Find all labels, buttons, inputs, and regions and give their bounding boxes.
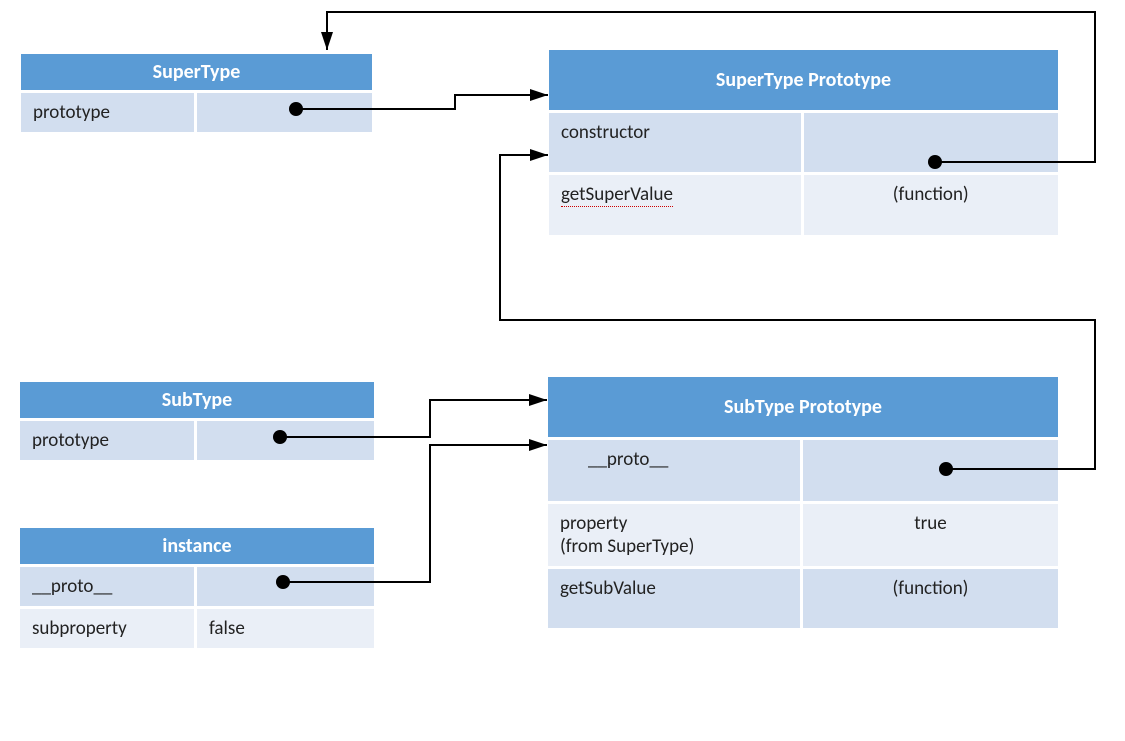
supertype-prototype-val — [197, 93, 373, 132]
subtype-box: SubType prototype — [19, 381, 375, 461]
subtype-prototype-key: prototype — [20, 421, 197, 460]
instance-subproperty-key: subproperty — [20, 609, 197, 648]
subtype-proto-box: SubType Prototype __proto__ property (fr… — [547, 376, 1059, 629]
supertype-prototype-key: prototype — [21, 93, 197, 132]
dot-supertype-prototype — [289, 102, 303, 116]
supertype-box: SuperType prototype — [20, 53, 373, 133]
supertype-proto-getsuper-val: (function) — [804, 175, 1059, 235]
supertype-proto-header: SuperType Prototype — [549, 50, 1058, 110]
instance-box: instance __proto__ subproperty false — [19, 527, 375, 649]
dot-supertype-proto-constructor — [928, 155, 942, 169]
subtype-proto-property-key: property (from SuperType) — [548, 504, 803, 566]
subtype-proto-proto-key: __proto__ — [548, 440, 803, 501]
dot-subtype-prototype — [273, 430, 287, 444]
instance-subproperty-val: false — [197, 609, 374, 648]
subtype-proto-header: SubType Prototype — [548, 377, 1058, 437]
supertype-proto-getsuper-key: getSuperValue — [549, 175, 804, 235]
dot-subtype-proto-proto — [939, 462, 953, 476]
instance-header: instance — [20, 528, 374, 564]
subtype-proto-getsub-key: getSubValue — [548, 569, 803, 628]
subtype-proto-getsub-val: (function) — [803, 569, 1058, 628]
dot-instance-proto — [276, 575, 290, 589]
supertype-header: SuperType — [21, 54, 372, 90]
supertype-proto-constructor-key: constructor — [549, 113, 804, 172]
subtype-proto-proto-val — [803, 440, 1058, 501]
subtype-header: SubType — [20, 382, 374, 418]
supertype-proto-box: SuperType Prototype constructor getSuper… — [548, 49, 1059, 236]
instance-proto-key: __proto__ — [20, 567, 197, 606]
subtype-proto-property-val: true — [803, 504, 1058, 566]
